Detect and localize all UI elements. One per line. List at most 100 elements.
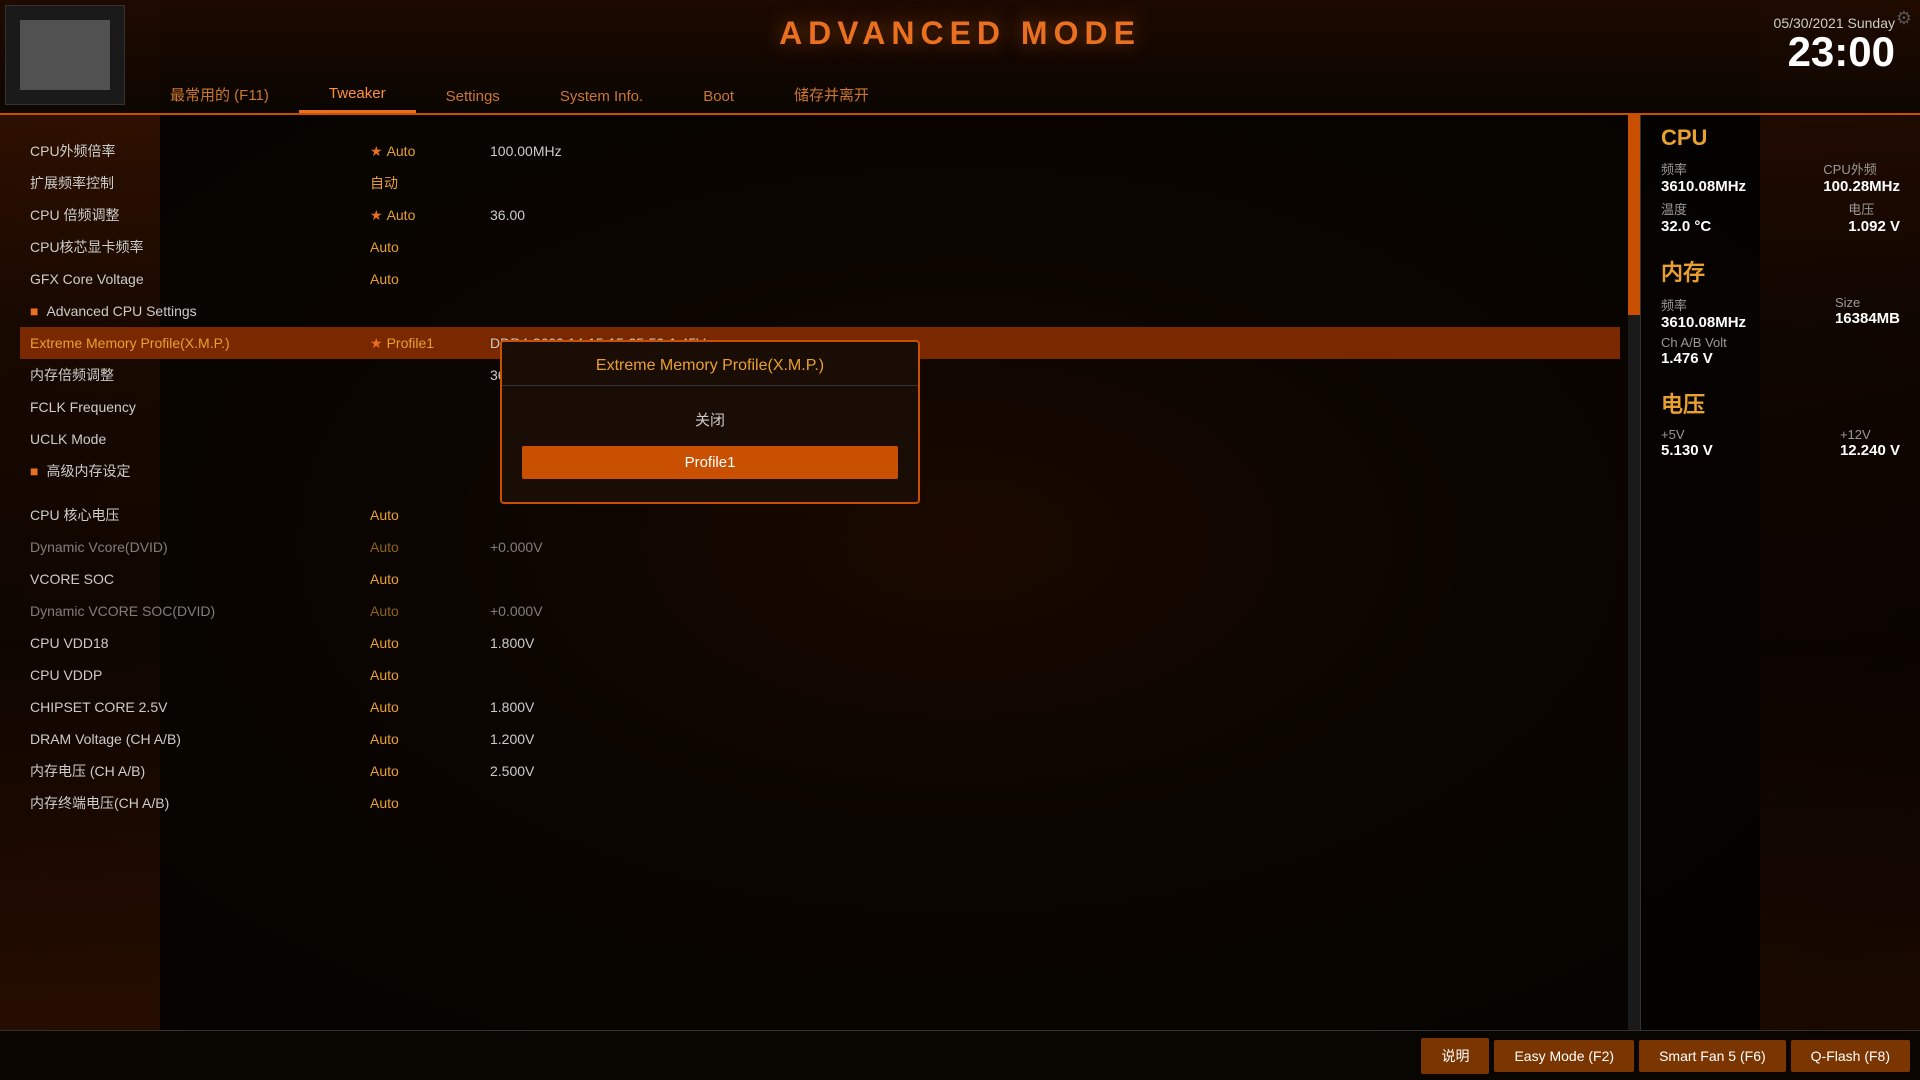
mem-freq-label: 频率	[1661, 295, 1746, 314]
row-dvid-soc[interactable]: Dynamic VCORE SOC(DVID) Auto +0.000V	[30, 595, 1610, 627]
label-mem-term-volt: 内存终端电压(CH A/B)	[30, 793, 370, 813]
row-cpu-vdd18[interactable]: CPU VDD18 Auto 1.800V	[30, 627, 1610, 659]
popup-options: 关闭 Profile1	[502, 386, 918, 502]
extra-cpu-ratio: 36.00	[490, 207, 525, 223]
label-mem-volt: 内存电压 (CH A/B)	[30, 761, 370, 781]
v5-value: 5.130 V	[1661, 442, 1713, 459]
popup-title: Extreme Memory Profile(X.M.P.)	[502, 342, 918, 386]
label-uclk: UCLK Mode	[30, 431, 370, 447]
info-panel: CPU 频率 3610.08MHz CPU外频 100.28MHz 温度 32.…	[1640, 115, 1920, 1030]
value-gfx-volt: Auto	[370, 271, 490, 287]
label-cpu-ratio: CPU 倍频调整	[30, 205, 370, 225]
value-mem-term-volt: Auto	[370, 795, 490, 811]
value-cpu-ratio: ★Auto	[370, 207, 490, 224]
cpu-ext-freq-value: 100.28MHz	[1823, 178, 1900, 195]
tab-boot[interactable]: Boot	[673, 80, 764, 113]
extra-dram-volt: 1.200V	[490, 731, 534, 747]
logo	[20, 20, 110, 90]
value-igpu-freq: Auto	[370, 239, 490, 255]
tab-tweaker[interactable]: Tweaker	[299, 77, 416, 113]
tab-settings[interactable]: Settings	[416, 80, 530, 113]
mem-volt-row: Ch A/B Volt 1.476 V	[1661, 335, 1900, 367]
logo-area	[5, 5, 125, 105]
cpu-volt-label: 电压	[1848, 199, 1900, 218]
mem-info-section: 内存 频率 3610.08MHz Size 16384MB Ch A/B Vol…	[1661, 255, 1900, 367]
value-cpu-vddp: Auto	[370, 667, 490, 683]
btn-help[interactable]: 说明	[1421, 1038, 1489, 1074]
label-vcore-soc: VCORE SOC	[30, 571, 370, 587]
value-mem-volt: Auto	[370, 763, 490, 779]
cpu-ext-freq-label: CPU外频	[1823, 159, 1900, 178]
btn-easy-mode[interactable]: Easy Mode (F2)	[1494, 1040, 1634, 1072]
cpu-temp-row: 温度 32.0 °C 电压 1.092 V	[1661, 199, 1900, 235]
extra-dvid: +0.000V	[490, 539, 543, 555]
tab-sysinfo[interactable]: System Info.	[530, 80, 673, 113]
mem-size-label: Size	[1835, 295, 1900, 310]
label-dvid-soc: Dynamic VCORE SOC(DVID)	[30, 603, 370, 619]
scrollbar[interactable]	[1628, 115, 1640, 1030]
extra-cpu-base-clock: 100.00MHz	[490, 143, 562, 159]
value-dvid-soc: Auto	[370, 603, 490, 619]
cpu-temp-value: 32.0 °C	[1661, 218, 1711, 235]
popup-option-profile1[interactable]: Profile1	[522, 446, 898, 479]
cpu-volt-value: 1.092 V	[1848, 218, 1900, 235]
datetime: 05/30/2021 Sunday 23:00	[1774, 15, 1895, 73]
extra-chipset-core: 1.800V	[490, 699, 534, 715]
extra-mem-volt: 2.500V	[490, 763, 534, 779]
row-igpu-freq[interactable]: CPU核芯显卡频率 Auto	[30, 231, 1610, 263]
label-cpu-vdd18: CPU VDD18	[30, 635, 370, 651]
page-title: ADVANCED MODE	[779, 15, 1141, 52]
volt-row: +5V 5.130 V +12V 12.240 V	[1661, 427, 1900, 459]
bottom-toolbar: 说明 Easy Mode (F2) Smart Fan 5 (F6) Q-Fla…	[0, 1030, 1920, 1080]
time-display: 23:00	[1774, 31, 1895, 73]
label-spread-spectrum: 扩展频率控制	[30, 173, 370, 193]
label-chipset-core: CHIPSET CORE 2.5V	[30, 699, 370, 715]
popup-option-off[interactable]: 关闭	[522, 401, 898, 438]
row-dram-volt[interactable]: DRAM Voltage (CH A/B) Auto 1.200V	[30, 723, 1610, 755]
mem-size-value: 16384MB	[1835, 310, 1900, 327]
label-cpu-base-clock: CPU外频倍率	[30, 141, 370, 161]
row-mem-volt[interactable]: 内存电压 (CH A/B) Auto 2.500V	[30, 755, 1610, 787]
tab-save-exit[interactable]: 储存并离开	[764, 76, 899, 113]
xmp-popup-modal[interactable]: Extreme Memory Profile(X.M.P.) 关闭 Profil…	[500, 340, 920, 504]
value-cpu-vdd18: Auto	[370, 635, 490, 651]
row-chipset-core[interactable]: CHIPSET CORE 2.5V Auto 1.800V	[30, 691, 1610, 723]
value-spread-spectrum: 自动	[370, 173, 490, 193]
value-dvid: Auto	[370, 539, 490, 555]
row-cpu-ratio[interactable]: CPU 倍频调整 ★Auto 36.00	[30, 199, 1610, 231]
v5-label: +5V	[1661, 427, 1713, 442]
value-cpu-base-clock: ★Auto	[370, 143, 490, 160]
row-vcore-soc[interactable]: VCORE SOC Auto	[30, 563, 1610, 595]
row-advanced-cpu[interactable]: Advanced CPU Settings	[30, 295, 1610, 327]
row-spread-spectrum[interactable]: 扩展频率控制 自动	[30, 167, 1610, 199]
value-chipset-core: Auto	[370, 699, 490, 715]
value-dram-volt: Auto	[370, 731, 490, 747]
cpu-temp-label: 温度	[1661, 199, 1711, 218]
label-igpu-freq: CPU核芯显卡频率	[30, 237, 370, 257]
mem-volt-value: 1.476 V	[1661, 350, 1727, 367]
btn-qflash[interactable]: Q-Flash (F8)	[1791, 1040, 1910, 1072]
cpu-section-title: CPU	[1661, 125, 1900, 151]
label-dvid: Dynamic Vcore(DVID)	[30, 539, 370, 555]
gear-icon[interactable]: ⚙	[1896, 8, 1912, 29]
label-advanced-mem: 高级内存设定	[30, 461, 370, 481]
row-cpu-base-clock[interactable]: CPU外频倍率 ★Auto 100.00MHz	[30, 135, 1610, 167]
label-gfx-volt: GFX Core Voltage	[30, 271, 370, 287]
label-cpu-core-volt: CPU 核心电压	[30, 505, 370, 525]
row-mem-term-volt[interactable]: 内存终端电压(CH A/B) Auto	[30, 787, 1610, 819]
btn-smart-fan[interactable]: Smart Fan 5 (F6)	[1639, 1040, 1786, 1072]
value-cpu-core-volt: Auto	[370, 507, 490, 523]
label-dram-volt: DRAM Voltage (CH A/B)	[30, 731, 370, 747]
tab-frequent[interactable]: 最常用的 (F11)	[140, 76, 299, 113]
extra-cpu-vdd18: 1.800V	[490, 635, 534, 651]
row-cpu-vddp[interactable]: CPU VDDP Auto	[30, 659, 1610, 691]
mem-volt-label: Ch A/B Volt	[1661, 335, 1727, 350]
cpu-info-section: CPU 频率 3610.08MHz CPU外频 100.28MHz 温度 32.…	[1661, 125, 1900, 235]
extra-dvid-soc: +0.000V	[490, 603, 543, 619]
value-xmp: ★Profile1	[370, 335, 490, 352]
mem-freq-row: 频率 3610.08MHz Size 16384MB	[1661, 295, 1900, 331]
row-gfx-volt[interactable]: GFX Core Voltage Auto	[30, 263, 1610, 295]
scrollbar-thumb[interactable]	[1628, 115, 1640, 315]
row-dvid[interactable]: Dynamic Vcore(DVID) Auto +0.000V	[30, 531, 1610, 563]
value-vcore-soc: Auto	[370, 571, 490, 587]
